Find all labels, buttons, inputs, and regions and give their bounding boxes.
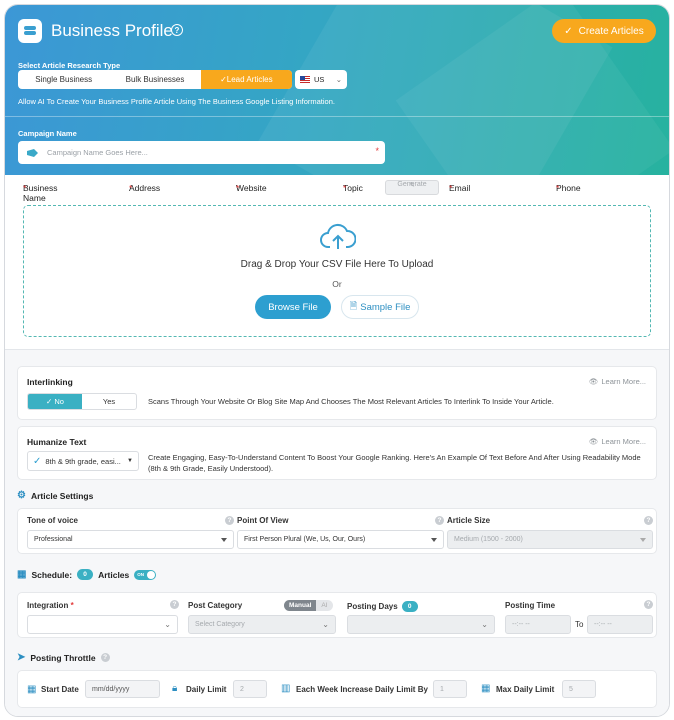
max-daily-label: Max Daily Limit [496, 685, 555, 694]
calendar-icon: ▦ [17, 569, 27, 580]
dropzone-or: Or [332, 279, 342, 289]
posting-time-from[interactable]: --:-- -- [505, 615, 571, 634]
pov-label: Point Of View [237, 516, 289, 525]
help-icon[interactable]: ? [644, 516, 653, 525]
campaign-name-input[interactable]: Campaign Name Goes Here... * [18, 141, 385, 164]
caret-down-icon [431, 538, 437, 542]
max-daily-input[interactable]: 5 [562, 680, 596, 698]
page-title: Business Profile [51, 21, 173, 40]
posting-time-label: Posting Time [505, 601, 556, 610]
create-articles-button[interactable]: ✓ Create Articles [552, 19, 656, 43]
size-select[interactable]: Medium (1500 - 2000) [447, 530, 653, 549]
database-icon [18, 19, 42, 43]
grid-icon: ▦ [481, 683, 491, 694]
integration-label: Integration * [27, 601, 74, 610]
interlinking-description: Scans Through Your Website Or Blog Site … [148, 397, 554, 406]
posting-days-label: Posting Days 0 [347, 601, 418, 612]
eye-icon: 👁 [588, 437, 599, 446]
weekly-increase-input[interactable]: 1 [433, 680, 467, 698]
learn-more-link[interactable]: 👁 Learn More... [589, 437, 646, 446]
help-icon[interactable]: ? [171, 24, 183, 36]
daily-limit-input[interactable]: 2 [233, 680, 267, 698]
help-icon[interactable]: ? [100, 653, 110, 662]
posting-time-to[interactable]: --:-- -- [587, 615, 653, 634]
interlinking-card: Interlinking 👁 Learn More... ✓ No Yes Sca… [17, 366, 657, 420]
post-category-select[interactable]: Select Category ⌄ [188, 615, 336, 634]
humanize-title: Humanize Text [27, 437, 87, 447]
to-label: To [575, 620, 584, 629]
daily-limit-label: Daily Limit [186, 685, 227, 694]
sample-file-button[interactable]: 🗎 Sample File [341, 295, 419, 319]
lock-icon: 🔒︎ [172, 683, 178, 694]
throttle-card: ▦ Start Date mm/dd/yyyy 🔒︎ Daily Limit 2… [17, 670, 657, 708]
eye-icon: 👁 [588, 377, 599, 386]
csv-columns-header: Business Name * Address * Website * Topic * … [23, 180, 581, 203]
post-category-label: Post Category [188, 601, 243, 610]
schedule-card: Integration * ? ⌄ Post Category Manual A… [17, 592, 657, 638]
chevron-down-icon: ⌄ [164, 620, 171, 629]
business-profile-panel: Business Profile ? ✓ Create Articles Sel… [4, 4, 670, 717]
learn-more-link[interactable]: 👁 Learn More... [589, 377, 646, 386]
chevron-down-icon: ⌄ [335, 75, 342, 84]
caret-down-icon [221, 538, 227, 542]
tag-icon [27, 148, 38, 157]
interlinking-yes[interactable]: Yes [82, 394, 136, 409]
tab-bulk-businesses[interactable]: Bulk Businesses [109, 70, 200, 89]
article-settings-area: Interlinking 👁 Learn More... ✓ No Yes Sca… [5, 349, 669, 716]
us-flag-icon [300, 76, 310, 83]
cloud-upload-icon [320, 223, 356, 249]
research-description: Allow AI To Create Your Business Profile… [18, 97, 335, 106]
help-icon[interactable]: ? [225, 516, 234, 525]
dropzone-title: Drag & Drop Your CSV File Here To Upload [240, 259, 434, 270]
research-type-label: Select Article Research Type [18, 61, 121, 70]
weekly-increase-label: Each Week Increase Daily Limit By [296, 685, 428, 694]
help-icon[interactable]: ? [435, 516, 444, 525]
campaign-name-label: Campaign Name [18, 129, 77, 138]
calendar-icon: ▦ [27, 684, 37, 695]
check-icon: ✓ [564, 25, 573, 37]
humanize-card: Humanize Text 👁 Learn More... ✓ 8th & 9th… [17, 426, 657, 480]
schedule-count-badge: 0 [77, 569, 94, 580]
integration-select[interactable]: ⌄ [27, 615, 178, 634]
schedule-heading: ▦ Schedule: 0 Articles ON [17, 569, 157, 580]
readability-select[interactable]: ✓ 8th & 9th grade, easi... ▼ [27, 451, 139, 471]
interlinking-no[interactable]: ✓ No [28, 394, 82, 409]
article-settings-heading: ⚙ Article Settings [17, 490, 94, 501]
chevron-down-icon: ⌄ [322, 620, 329, 629]
caret-down-icon [640, 538, 646, 542]
header-banner: Business Profile ? ✓ Create Articles Sel… [5, 5, 669, 175]
interlinking-title: Interlinking [27, 377, 73, 387]
research-type-tabs: Single Business Bulk Businesses ✓ Lead Ar… [18, 70, 292, 89]
help-icon[interactable]: ? [170, 600, 179, 609]
start-date-input[interactable]: mm/dd/yyyy [85, 680, 160, 698]
check-icon: ✓ [33, 455, 42, 467]
article-settings-card: Tone of voice ? Professional Point Of Vi… [17, 508, 657, 554]
start-date-label: Start Date [41, 685, 79, 694]
tab-lead-articles[interactable]: ✓ Lead Articles [200, 70, 292, 89]
schedule-switch[interactable]: ON [134, 569, 157, 580]
send-icon: ➤ [17, 652, 26, 663]
chevron-down-icon: ⌄ [481, 620, 488, 629]
tone-select[interactable]: Professional [27, 530, 234, 549]
caret-down-icon: ▼ [127, 458, 133, 464]
country-select[interactable]: US ⌄ [295, 70, 347, 89]
browse-file-button[interactable]: Browse File [255, 295, 331, 319]
file-icon: 🗎 [349, 301, 358, 312]
help-icon[interactable]: ? [644, 600, 653, 609]
chart-icon: ▥ [281, 683, 291, 694]
tab-single-business[interactable]: Single Business [18, 70, 109, 89]
posting-throttle-heading: ➤ Posting Throttle ? [17, 652, 110, 663]
category-mode-toggle[interactable]: Manual AI [284, 600, 333, 611]
gear-icon: ⚙ [17, 490, 26, 501]
pov-select[interactable]: First Person Plural (We, Us, Our, Ours) [237, 530, 444, 549]
tone-label: Tone of voice [27, 516, 78, 525]
humanize-description: Create Engaging, Easy-To-Understand Cont… [148, 453, 641, 473]
generate-button[interactable]: ✎ Generate [385, 180, 439, 195]
interlinking-toggle: ✓ No Yes [27, 393, 137, 410]
posting-days-select[interactable]: ⌄ [347, 615, 495, 634]
size-label: Article Size [447, 516, 491, 525]
